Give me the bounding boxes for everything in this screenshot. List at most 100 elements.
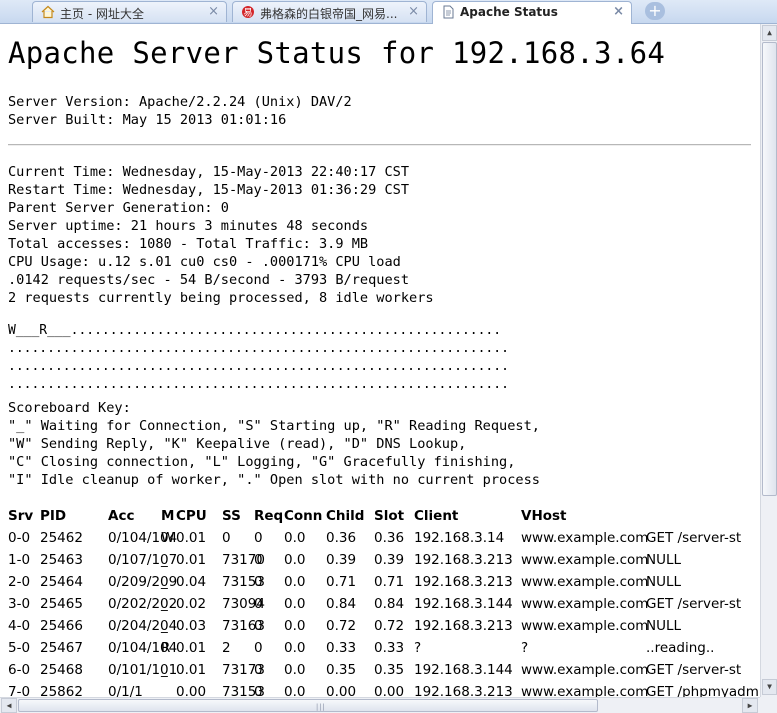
tab-news[interactable]: 易 弗格森的白银帝国_网易... × [232, 1, 427, 22]
requests-status: 2 requests currently being processed, 8 … [8, 290, 434, 306]
cell-srv: 5-0 [8, 640, 31, 656]
cell-child: 0.72 [326, 618, 357, 634]
tab-close-icon[interactable]: × [613, 4, 624, 19]
cell-child: 0.84 [326, 596, 357, 612]
column-header-mode: M [161, 508, 175, 524]
cell-client: 192.168.3.144 [414, 596, 513, 612]
horizontal-scroll-thumb[interactable]: ||| [18, 699, 598, 712]
cell-client: 192.168.3.213 [414, 684, 513, 697]
new-tab-button[interactable]: + [645, 2, 665, 20]
cell-req: 0 [254, 552, 263, 568]
cell-slot: 0.72 [374, 618, 405, 634]
cell-slot: 0.36 [374, 530, 405, 546]
scoreboard-key-title: Scoreboard Key: [8, 400, 131, 416]
tab-close-icon[interactable]: × [208, 4, 219, 19]
cell-request: GET /server-st [646, 662, 742, 678]
cell-req: 0 [254, 596, 263, 612]
cell-request: NULL [646, 574, 682, 590]
scroll-left-icon[interactable]: ◀ [1, 698, 17, 713]
cell-child: 0.71 [326, 574, 357, 590]
cell-mode: R [161, 640, 171, 656]
horizontal-rule [8, 144, 751, 146]
tab-apache-status[interactable]: Apache Status × [432, 1, 632, 24]
column-header-slot: Slot [374, 508, 405, 524]
cell-conn: 0.0 [284, 662, 306, 678]
horizontal-scrollbar[interactable]: ◀ ||| ▶ [0, 697, 760, 713]
scoreboard-key-line: "I" Idle cleanup of worker, "." Open slo… [8, 472, 540, 488]
cell-pid: 25464 [40, 574, 83, 590]
scoreboard-key-line: "C" Closing connection, "L" Logging, "G"… [8, 454, 516, 470]
cell-pid: 25463 [40, 552, 83, 568]
cell-client: 192.168.3.213 [414, 552, 513, 568]
cell-child: 0.35 [326, 662, 357, 678]
cell-conn: 0.0 [284, 618, 306, 634]
cell-cpu: 0.01 [176, 530, 207, 546]
vertical-scroll-thumb[interactable] [762, 42, 777, 496]
cell-pid: 25467 [40, 640, 83, 656]
cell-child: 0.33 [326, 640, 357, 656]
server-built: Server Built: May 15 2013 01:01:16 [8, 112, 287, 128]
page-icon [441, 5, 455, 19]
scoreboard-line: ........................................… [8, 341, 509, 356]
tab-label: 弗格森的白银帝国_网易... [260, 7, 398, 21]
scroll-grip-icon: ||| [315, 703, 326, 711]
cell-mode: _ [161, 684, 168, 697]
column-header-srv: Srv [8, 508, 34, 524]
cell-slot: 0.39 [374, 552, 405, 568]
column-header-conn: Conn [284, 508, 323, 524]
cell-pid: 25468 [40, 662, 83, 678]
scroll-right-icon[interactable]: ▶ [742, 698, 758, 713]
cell-cpu: 0.02 [176, 596, 207, 612]
tab-home[interactable]: 主页 - 网址大全 × [32, 1, 227, 22]
request-rates: .0142 requests/sec - 54 B/second - 3793 … [8, 272, 410, 288]
cell-slot: 0.33 [374, 640, 405, 656]
cell-request: GET /phpmyadmi [646, 684, 760, 697]
cell-child: 0.00 [326, 684, 357, 697]
cell-cpu: 0.01 [176, 640, 207, 656]
cell-vhost: www.example.com [521, 684, 649, 697]
cell-request: NULL [646, 552, 682, 568]
column-header-cpu: CPU [176, 508, 207, 524]
column-header-acc: Acc [108, 508, 135, 524]
page-title: Apache Server Status for 192.168.3.64 [8, 36, 666, 70]
cell-srv: 0-0 [8, 530, 31, 546]
cell-mode: W [161, 530, 175, 546]
cell-cpu: 0.03 [176, 618, 207, 634]
cell-slot: 0.71 [374, 574, 405, 590]
column-header-req: Req [254, 508, 284, 524]
cell-vhost: www.example.com [521, 530, 649, 546]
cell-client: 192.168.3.213 [414, 618, 513, 634]
cell-conn: 0.0 [284, 640, 306, 656]
cell-ss: 0 [222, 530, 231, 546]
cell-vhost: ? [521, 640, 529, 656]
cell-cpu: 0.04 [176, 574, 207, 590]
news-site-icon: 易 [241, 5, 255, 19]
vertical-scrollbar[interactable]: ▲ ▼ [760, 24, 777, 697]
cell-req: 0 [254, 640, 263, 656]
cell-mode: _ [161, 552, 168, 568]
cell-request: GET /server-st [646, 596, 742, 612]
cell-client: 192.168.3.14 [414, 530, 505, 546]
scoreboard-line: ........................................… [8, 359, 509, 374]
cell-srv: 4-0 [8, 618, 31, 634]
cell-srv: 6-0 [8, 662, 31, 678]
cell-pid: 25466 [40, 618, 83, 634]
cell-pid: 25462 [40, 530, 83, 546]
cell-child: 0.36 [326, 530, 357, 546]
cell-vhost: www.example.com [521, 596, 649, 612]
cell-req: 0 [254, 684, 263, 697]
tab-close-icon[interactable]: × [408, 4, 419, 19]
column-header-pid: PID [40, 508, 67, 524]
cell-conn: 0.0 [284, 574, 306, 590]
cell-request: ..reading.. [646, 640, 715, 656]
cell-child: 0.39 [326, 552, 357, 568]
restart-time: Restart Time: Wednesday, 15-May-2013 01:… [8, 182, 410, 198]
scroll-down-icon[interactable]: ▼ [762, 679, 777, 695]
scoreboard-key-line: "_" Waiting for Connection, "S" Starting… [8, 418, 540, 434]
column-header-ss: SS [222, 508, 241, 524]
cell-req: 0 [254, 574, 263, 590]
cell-slot: 0.35 [374, 662, 405, 678]
cell-pid: 25862 [40, 684, 83, 697]
scroll-up-icon[interactable]: ▲ [762, 25, 777, 41]
cell-pid: 25465 [40, 596, 83, 612]
